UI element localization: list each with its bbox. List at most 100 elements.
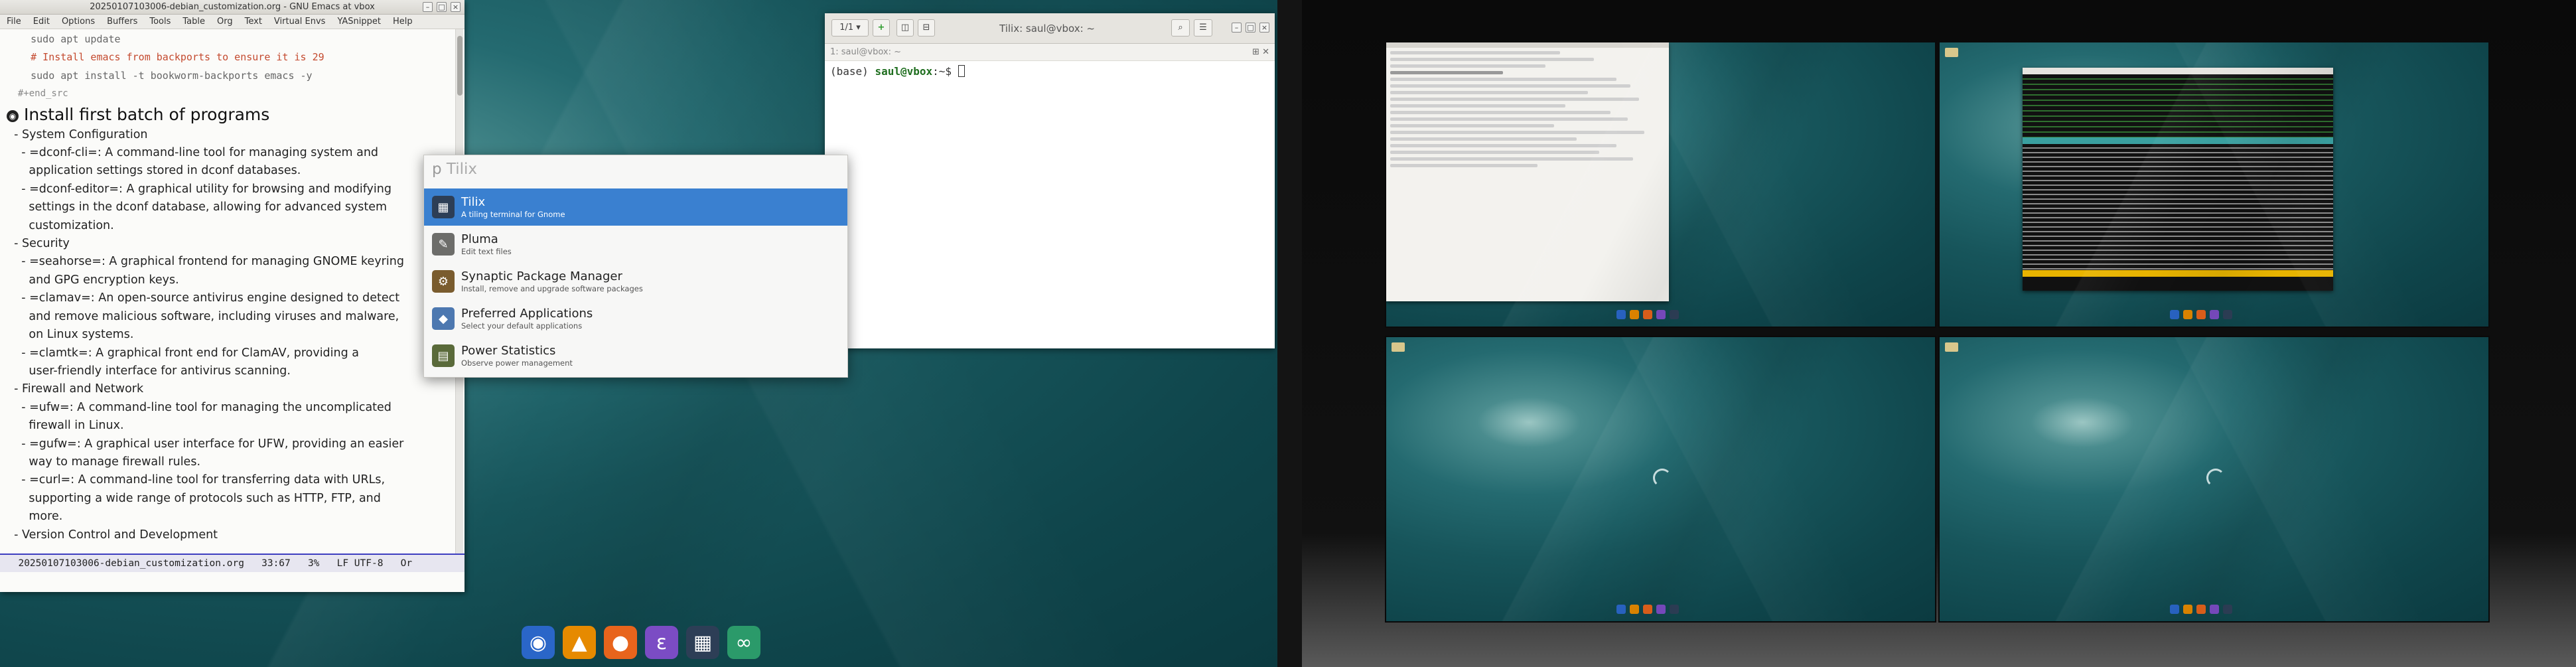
launcher-item-desc: Observe power management — [461, 358, 573, 368]
workspace-overview — [1302, 0, 2576, 667]
tilix-headerbar[interactable]: 1/1 ▾ + ◫ ⊟ Tilix: saul@vbox: ~ ⌕ ☰ – □ … — [825, 13, 1275, 44]
buffer-line: application settings stored in dconf dat… — [7, 164, 301, 178]
menu-buffers[interactable]: Buffers — [107, 15, 137, 29]
firefox-icon[interactable]: ● — [604, 626, 637, 659]
tilix-maximize-button[interactable]: □ — [1246, 23, 1255, 33]
launcher-item-name: Preferred Applications — [461, 307, 593, 321]
launcher-item-desc: Edit text files — [461, 247, 512, 256]
split-right-icon[interactable]: ◫ — [896, 19, 914, 37]
emacs-menubar: File Edit Options Buffers Tools Table Or… — [0, 15, 465, 29]
launcher-search-input[interactable]: p Tilix — [424, 155, 847, 188]
workspace-2-terminal-thumbnail — [2023, 68, 2333, 291]
buffer-line: - =seahorse=: A graphical frontend for m… — [7, 255, 404, 269]
menu-options[interactable]: Options — [62, 15, 95, 29]
buffer-line: - =curl=: A command-line tool for transf… — [7, 473, 386, 487]
menu-text[interactable]: Text — [245, 15, 262, 29]
buffer-line: customization. — [7, 218, 114, 232]
emacs-echo-area[interactable] — [0, 572, 465, 592]
buffer-line: - =clamav=: An open-source antivirus eng… — [7, 291, 400, 305]
buffer-line: supporting a wide range of protocols suc… — [7, 491, 381, 505]
menu-help[interactable]: Help — [393, 15, 413, 29]
add-terminal-button[interactable]: + — [873, 19, 890, 37]
terminal-controls-icon[interactable]: ⊞ ✕ — [1252, 44, 1269, 61]
search-icon[interactable]: ⌕ — [1171, 19, 1190, 37]
workspace-1-emacs-thumbnail — [1386, 42, 1669, 301]
menu-yasnippet[interactable]: YASnippet — [337, 15, 381, 29]
buffer-line: user-friendly interface for antivirus sc… — [7, 364, 291, 378]
launcher-item-desc: Select your default applications — [461, 321, 583, 331]
menu-icon[interactable]: ☰ — [1194, 19, 1212, 37]
buffer-line: way to manage firewall rules. — [7, 455, 201, 469]
org-bullet-icon: ◉ — [7, 110, 19, 122]
launcher-item-pluma[interactable]: ✎ Pluma Edit text files — [424, 226, 847, 263]
menu-org[interactable]: Org — [217, 15, 233, 29]
workspace-1-dock — [1616, 308, 1708, 321]
buffer-line: and GPG encryption keys. — [7, 273, 179, 287]
emacs-title: 20250107103006-debian_customization.org … — [90, 2, 375, 12]
buffer-line: # Install emacs from backports to ensure… — [7, 51, 324, 64]
emacs-titlebar[interactable]: 20250107103006-debian_customization.org … — [0, 0, 465, 15]
workspace-3[interactable] — [1385, 336, 1936, 623]
tilix-icon[interactable]: ▦ — [686, 626, 719, 659]
buffer-line: - System Configuration — [7, 127, 148, 141]
minimize-button[interactable]: – — [423, 2, 433, 12]
desktop-workspace: 20250107103006-debian_customization.org … — [0, 0, 1277, 667]
debian-swirl-icon — [2206, 469, 2225, 487]
maximize-button[interactable]: □ — [437, 2, 447, 12]
menu-virtual-envs[interactable]: Virtual Envs — [274, 15, 326, 29]
tilix-window[interactable]: 1/1 ▾ + ◫ ⊟ Tilix: saul@vbox: ~ ⌕ ☰ – □ … — [825, 13, 1275, 348]
workspace-3-dock — [1616, 603, 1708, 616]
buffer-line: on Linux systems. — [7, 328, 134, 342]
workspace-4-dock — [2170, 603, 2261, 616]
terminal-area[interactable]: (base) saul@vbox:~$ — [825, 61, 1275, 82]
home-folder-icon — [1945, 342, 1958, 352]
launcher-item-power-statistics[interactable]: ▤ Power Statistics Observe power managemen… — [424, 337, 847, 374]
emacs-modeline: 20250107103006-debian_customization.org … — [0, 554, 465, 572]
debian-swirl-icon — [1653, 469, 1672, 487]
emacs-icon[interactable]: ε — [645, 626, 678, 659]
debian-icon[interactable]: ◉ — [522, 626, 555, 659]
buffer-line: - =gufw=: A graphical user interface for… — [7, 437, 404, 451]
buffer-line: - Version Control and Development — [7, 528, 218, 542]
split-down-icon[interactable]: ⊟ — [918, 19, 935, 37]
dock: ◉ ▲ ● ε ▦ ∞ — [516, 623, 763, 662]
launcher-item-preferred-applications[interactable]: ◆ Preferred Applications Select your defau… — [424, 300, 847, 337]
menu-table[interactable]: Table — [182, 15, 205, 29]
org-heading: ◉ Install first batch of programs — [7, 104, 454, 126]
terminal-title-bar[interactable]: 1: saul@vbox: ~ ⊞ ✕ — [825, 44, 1275, 61]
tilix-icon: ▦ — [432, 196, 455, 218]
tilix-minimize-button[interactable]: – — [1232, 23, 1242, 33]
close-button[interactable]: × — [451, 2, 461, 12]
launcher-item-synaptic-package-manager[interactable]: ⚙ Synaptic Package Manager Install, remove… — [424, 263, 847, 300]
workspace-4[interactable] — [1938, 336, 2490, 623]
buffer-line: - =ufw=: A command-line tool for managin… — [7, 400, 392, 414]
tilix-title: Tilix: saul@vbox: ~ — [999, 23, 1095, 35]
launcher-item-tilix[interactable]: ▦ Tilix A tiling terminal for Gnome — [424, 188, 847, 226]
menu-file[interactable]: File — [7, 15, 21, 29]
workspace-1[interactable] — [1385, 41, 1936, 328]
menu-tools[interactable]: Tools — [149, 15, 171, 29]
workspace-2[interactable] — [1938, 41, 2490, 328]
buffer-line: - Security — [7, 237, 70, 251]
pluma-icon: ✎ — [432, 233, 455, 256]
launcher-item-name: Power Statistics — [461, 344, 556, 358]
home-folder-icon — [1392, 342, 1405, 352]
app-launcher[interactable]: p Tilix ▦ Tilix A tiling terminal for Gnom… — [423, 155, 848, 378]
home-folder-icon — [1945, 48, 1958, 57]
emacs-buffer[interactable]: sudo apt update # Install emacs from bac… — [0, 29, 454, 554]
terminal-cursor — [958, 65, 965, 77]
session-switcher[interactable]: 1/1 ▾ — [831, 19, 869, 37]
vlc-icon[interactable]: ▲ — [563, 626, 596, 659]
power-statistics-icon: ▤ — [432, 344, 455, 367]
launcher-item-name: Tilix — [461, 195, 486, 209]
tilix-close-button[interactable]: × — [1259, 23, 1269, 33]
buffer-line: sudo apt update — [7, 33, 121, 45]
buffer-line: more. — [7, 510, 63, 524]
emacs-window[interactable]: 20250107103006-debian_customization.org … — [0, 0, 465, 592]
synaptic-package-manager-icon: ⚙ — [432, 270, 455, 293]
buffer-line: #+end_src — [7, 88, 68, 100]
menu-edit[interactable]: Edit — [33, 15, 50, 29]
anaconda-icon[interactable]: ∞ — [727, 626, 760, 659]
launcher-item-name: Pluma — [461, 232, 498, 246]
preferred-applications-icon: ◆ — [432, 307, 455, 330]
